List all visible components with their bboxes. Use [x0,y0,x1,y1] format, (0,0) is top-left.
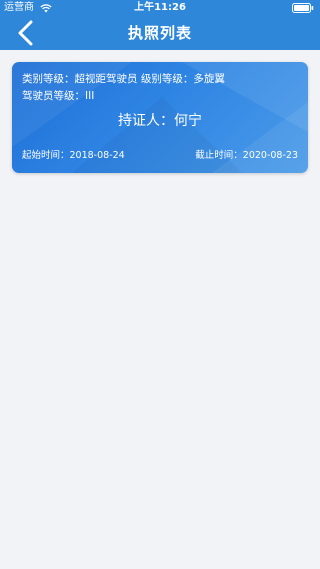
pilot-level-text: 驾驶员等级：III [22,90,95,102]
nav-bar: 执照列表 [0,16,320,50]
license-category-text: 类别等级：超视距驾驶员 级别等级：多旋翼 [22,73,225,85]
back-button[interactable] [10,18,40,48]
license-list: 类别等级：超视距驾驶员 级别等级：多旋翼 驾驶员等级：III 持证人：何宁 起始… [0,50,320,569]
start-date: 起始时间：2018-08-24 [22,150,125,161]
status-bar: 运营商 上午11:26 [0,0,320,16]
page-title: 执照列表 [127,24,192,42]
end-date: 截止时间：2020-08-23 [195,150,298,161]
status-time: 上午11:26 [134,2,186,13]
license-holder: 持证人：何宁 [118,113,202,129]
license-dates: 起始时间：2018-08-24 截止时间：2020-08-23 [22,150,298,162]
license-card[interactable]: 类别等级：超视距驾驶员 级别等级：多旋翼 驾驶员等级：III 持证人：何宁 起始… [12,62,308,173]
battery-icon [292,3,314,13]
chevron-left-icon [18,20,33,46]
